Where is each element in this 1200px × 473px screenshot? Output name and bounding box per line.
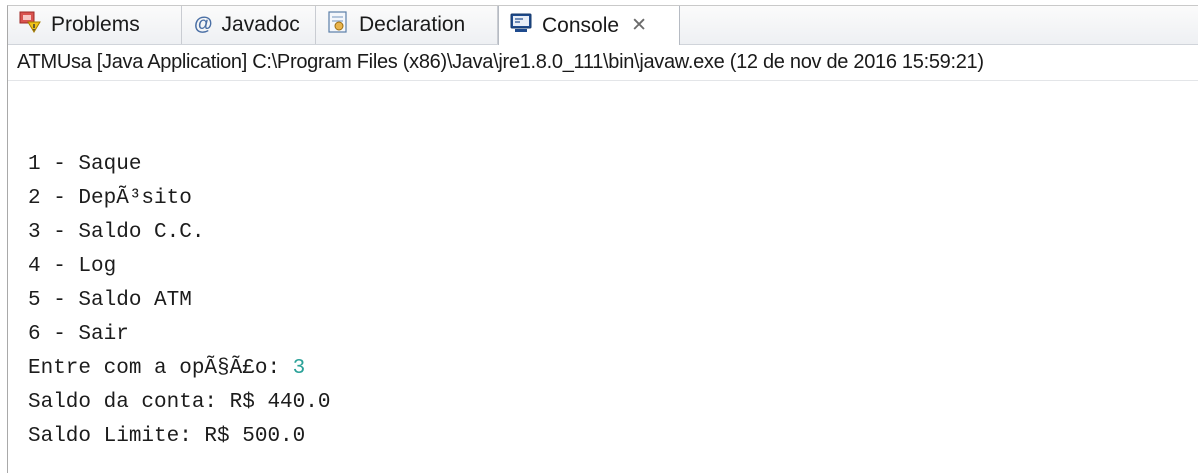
tab-javadoc[interactable]: @ Javadoc [182, 6, 316, 44]
console-line: 5 - Saldo ATM [28, 289, 192, 312]
tab-declaration[interactable]: Declaration [316, 6, 498, 44]
console-icon [509, 11, 533, 41]
declaration-icon [326, 10, 350, 40]
console-output[interactable]: 1 - Saque 2 - DepÃ³sito 3 - Saldo C.C. 4… [28, 148, 330, 454]
tab-declaration-label: Declaration [359, 13, 466, 36]
tab-console-label: Console [542, 13, 620, 37]
console-view-frame: Problems @ Javadoc Declaration Console ✕… [7, 5, 1198, 473]
console-line: 6 - Sair [28, 323, 129, 346]
console-result-line: Saldo da conta: R$ 440.0 [28, 391, 331, 414]
close-icon[interactable]: ✕ [631, 14, 647, 37]
console-line: 2 - DepÃ³sito [28, 187, 192, 210]
console-line: 1 - Saque [28, 153, 142, 176]
problems-icon [18, 10, 42, 40]
console-description-bar: ATMUsa [Java Application] C:\Program Fil… [8, 45, 1198, 81]
console-user-input: 3 [292, 357, 306, 380]
tab-javadoc-label: Javadoc [221, 13, 300, 36]
tab-problems-label: Problems [51, 13, 140, 36]
console-line: 3 - Saldo C.C. [28, 221, 205, 244]
launch-description: ATMUsa [Java Application] C:\Program Fil… [17, 51, 984, 73]
tab-console[interactable]: Console ✕ [498, 6, 680, 45]
console-result-line: Saldo Limite: R$ 500.0 [28, 425, 306, 448]
javadoc-icon: @ [194, 14, 213, 35]
tab-problems[interactable]: Problems [8, 6, 182, 44]
console-prompt-line: Entre com a opÃ§Ã£o: 3 [28, 352, 330, 386]
console-line: 4 - Log [28, 255, 117, 278]
view-tab-bar: Problems @ Javadoc Declaration Console ✕ [8, 6, 1198, 45]
console-prompt: Entre com a opÃ§Ã£o: [28, 357, 293, 380]
